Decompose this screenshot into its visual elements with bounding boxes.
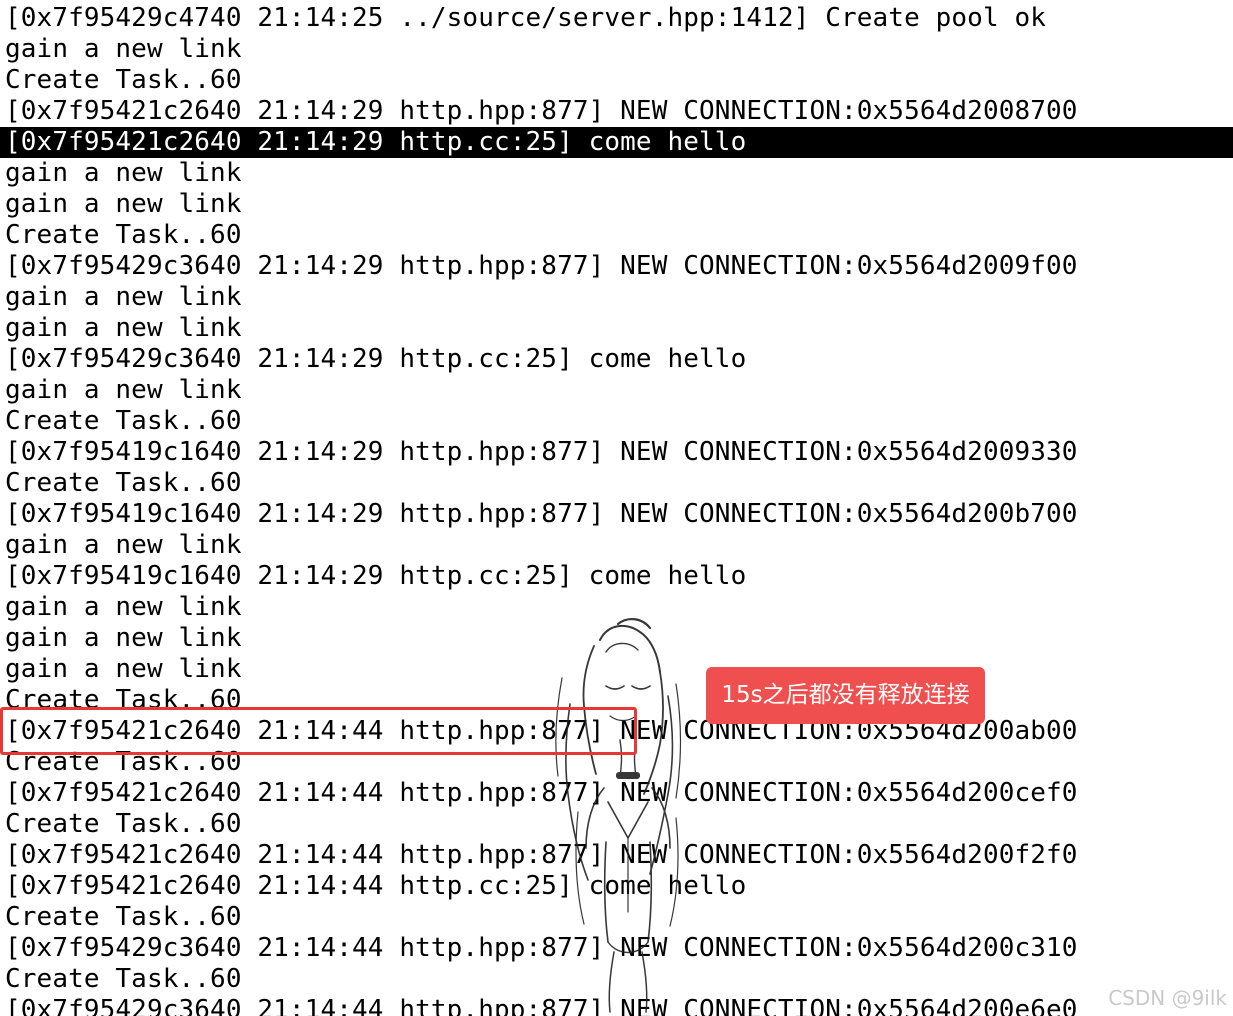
annotation-badge: 15s之后都没有释放连接 [706, 667, 985, 724]
log-line: gain a new link [5, 313, 242, 343]
log-line: Create Task..60 [5, 406, 242, 436]
log-line: [0x7f95429c3640 21:14:29 http.cc:25] com… [5, 344, 747, 374]
log-line: [0x7f95419c1640 21:14:29 http.hpp:877] N… [5, 499, 1078, 529]
log-line: gain a new link [5, 282, 242, 312]
log-line: gain a new link [5, 189, 242, 219]
log-line: gain a new link [5, 34, 242, 64]
log-line: gain a new link [5, 158, 242, 188]
anime-girl-sketch-icon [555, 618, 682, 1013]
log-line: Create Task..60 [5, 468, 242, 498]
selected-log-line: [0x7f95421c2640 21:14:29 http.cc:25] com… [0, 127, 1233, 158]
log-line: Create Task..60 [5, 65, 242, 95]
log-line: [0x7f95419c1640 21:14:29 http.cc:25] com… [5, 561, 747, 591]
log-line: Create Task..60 [5, 220, 242, 250]
log-line: gain a new link [5, 530, 242, 560]
log-line: [0x7f95429c4740 21:14:25 ../source/serve… [5, 3, 1047, 33]
highlight-box [0, 707, 637, 755]
log-line: [0x7f95419c1640 21:14:29 http.hpp:877] N… [5, 437, 1078, 467]
terminal-output[interactable]: [0x7f95429c4740 21:14:25 ../source/serve… [0, 0, 1233, 1016]
log-line: gain a new link [5, 375, 242, 405]
watermark-text: CSDN @9ilk [1108, 986, 1227, 1010]
log-line: [0x7f95429c3640 21:14:29 http.hpp:877] N… [5, 251, 1078, 281]
log-line: [0x7f95421c2640 21:14:29 http.hpp:877] N… [5, 96, 1078, 126]
